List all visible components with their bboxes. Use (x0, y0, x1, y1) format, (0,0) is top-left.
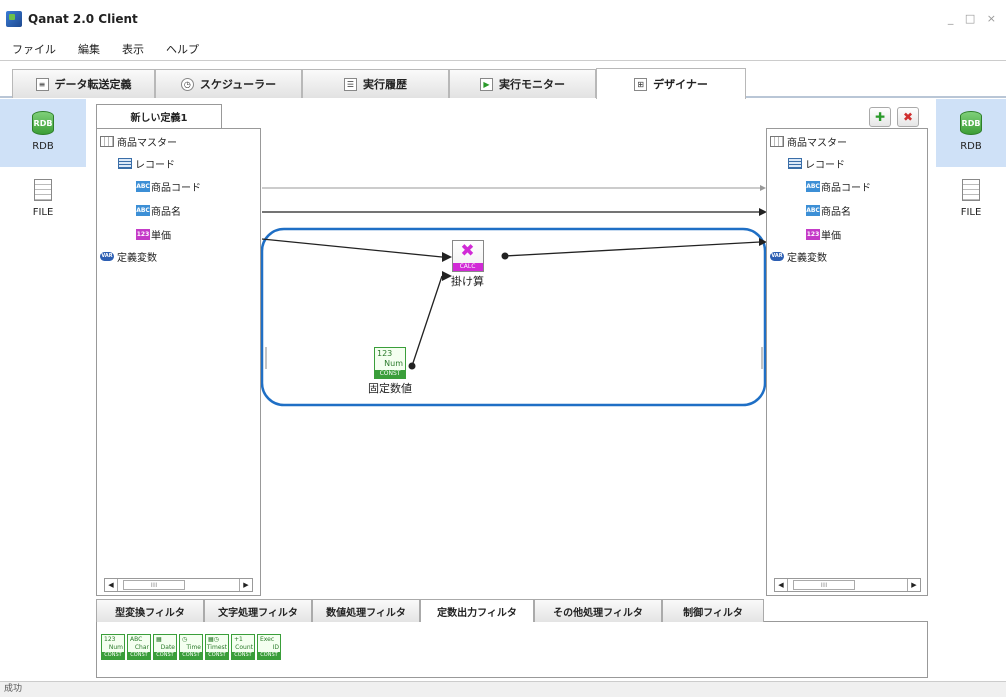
tree-variables-node[interactable]: VAR 定義変数 (100, 247, 157, 265)
abc-type-icon: ABC (806, 204, 820, 216)
abc-type-icon: ABC (806, 180, 820, 192)
timestamp-icon: ▦◷ (208, 636, 219, 643)
clock-icon: ◷ (180, 77, 194, 91)
tab-numeric-filter[interactable]: 数値処理フィルタ (312, 599, 420, 622)
menu-edit[interactable]: 編集 (78, 41, 100, 57)
multiply-icon: ✖ (460, 241, 475, 261)
tab-designer[interactable]: ⊞ デザイナー (596, 68, 746, 99)
tab-control-filter[interactable]: 制御フィルタ (662, 599, 764, 622)
designer-workspace: RDB RDB FILE RDB RDB FILE 新しい定義1 ✚ ✖ 商品マ… (0, 99, 1006, 681)
palette-const-num[interactable]: 123 Num CONST (101, 634, 125, 660)
designer-icon: ⊞ (634, 77, 648, 91)
scroll-thumb[interactable]: IIII (123, 580, 185, 590)
abc-type-icon: ABC (136, 180, 150, 192)
scroll-right-icon[interactable]: ▶ (239, 579, 252, 591)
calc-node-box[interactable]: ✖ CALC (451, 240, 484, 272)
scroll-right-icon[interactable]: ▶ (907, 579, 920, 591)
tree-field-node[interactable]: 123 単価 (806, 225, 841, 243)
target-hscrollbar[interactable]: ◀ IIII ▶ (774, 578, 921, 592)
app-icon (6, 10, 22, 27)
const-node-number[interactable]: 123 Num CONST 固定数値 (368, 347, 412, 396)
play-icon: ▶ (480, 77, 493, 91)
counter-icon: +1 (234, 636, 243, 643)
record-icon (118, 157, 132, 169)
tab-constant-output-filter[interactable]: 定数出力フィルタ (420, 599, 534, 623)
tab-other-filter[interactable]: その他処理フィルタ (534, 599, 662, 622)
palette-const-date[interactable]: ▦ Date CONST (153, 634, 177, 660)
palette-const-timestamp[interactable]: ▦◷ Timest CONST (205, 634, 229, 660)
abc-type-icon: ABC (136, 204, 150, 216)
record-icon (788, 157, 802, 169)
palette-const-count[interactable]: +1 Count CONST (231, 634, 255, 660)
tree-variables-node[interactable]: VAR 定義変数 (770, 247, 827, 265)
scroll-left-icon[interactable]: ◀ (775, 579, 788, 591)
calc-output-port[interactable] (501, 252, 509, 260)
tree-table-node[interactable]: 商品マスター (770, 132, 847, 150)
menu-bar: ファイル 編集 表示 ヘルプ (0, 37, 1006, 61)
filter-palette: 123 Num CONST ABC Char CONST ▦ Date CONST ◷ Tim… (96, 622, 928, 678)
document-icon: ≡ (35, 77, 49, 91)
mapping-line-price-to-calc[interactable] (261, 238, 443, 258)
tree-field-node[interactable]: ABC 商品名 (136, 201, 181, 219)
tab-string-filter[interactable]: 文字処理フィルタ (204, 599, 312, 622)
number-type-icon: 123 (806, 228, 820, 240)
tab-monitor[interactable]: ▶ 実行モニター (449, 69, 596, 98)
scroll-left-icon[interactable]: ◀ (105, 579, 118, 591)
const-node-box[interactable]: 123 Num CONST (374, 347, 406, 379)
const-node-label: 固定数値 (368, 382, 412, 395)
tree-record-node[interactable]: レコード (118, 154, 175, 172)
scroll-thumb[interactable]: IIII (793, 580, 855, 590)
tab-data-transfer[interactable]: ≡ データ転送定義 (12, 69, 155, 98)
source-tree: 商品マスター レコード ABC 商品コード ABC 商品名 123 単価 VAR 定義変… (96, 128, 261, 596)
clock-icon: ◷ (182, 636, 188, 643)
tree-field-node[interactable]: ABC 商品コード (136, 177, 201, 195)
tab-history[interactable]: ☰ 実行履歴 (302, 69, 449, 98)
calc-node-label: 掛け算 (451, 275, 484, 288)
calc-node-multiply[interactable]: ✖ CALC 掛け算 (451, 240, 484, 289)
number-type-icon: 123 (136, 228, 150, 240)
mapping-line-calc-to-price[interactable] (504, 241, 761, 257)
window-controls[interactable]: _ □ × (948, 12, 1000, 25)
tab-scheduler[interactable]: ◷ スケジューラー (155, 69, 302, 98)
status-bar: 成功 (0, 681, 1006, 697)
tree-record-node[interactable]: レコード (788, 154, 845, 172)
tab-type-conversion-filter[interactable]: 型変換フィルタ (96, 599, 204, 622)
calc-tag: CALC (452, 263, 483, 271)
source-hscrollbar[interactable]: ◀ IIII ▶ (104, 578, 253, 592)
menu-view[interactable]: 表示 (122, 41, 144, 57)
variable-icon: VAR (770, 251, 784, 261)
filter-tab-bar: 型変換フィルタ 文字処理フィルタ 数値処理フィルタ 定数出力フィルタ その他処理… (96, 599, 928, 623)
tree-field-node[interactable]: ABC 商品コード (806, 177, 871, 195)
mapping-line-const-to-calc[interactable] (411, 275, 443, 367)
palette-const-char[interactable]: ABC Char CONST (127, 634, 151, 660)
palette-const-time[interactable]: ◷ Time CONST (179, 634, 203, 660)
main-tab-bar: ≡ データ転送定義 ◷ スケジューラー ☰ 実行履歴 ▶ 実行モニター ⊞ デザイナー (0, 62, 1006, 99)
palette-const-exec-id[interactable]: Exec ID CONST (257, 634, 281, 660)
app-title: Qanat 2.0 Client (28, 11, 138, 26)
calendar-icon: ▦ (156, 636, 162, 643)
menu-help[interactable]: ヘルプ (166, 41, 199, 57)
title-bar: Qanat 2.0 Client _ □ × (0, 0, 1006, 37)
tree-field-node[interactable]: 123 単価 (136, 225, 171, 243)
const-tag: CONST (375, 370, 405, 378)
table-icon (100, 135, 114, 147)
tree-table-node[interactable]: 商品マスター (100, 132, 177, 150)
history-icon: ☰ (344, 77, 357, 91)
variable-icon: VAR (100, 251, 114, 261)
menu-file[interactable]: ファイル (12, 41, 56, 57)
table-icon (770, 135, 784, 147)
target-tree: 商品マスター レコード ABC 商品コード ABC 商品名 123 単価 VAR 定義変… (766, 128, 928, 596)
tree-field-node[interactable]: ABC 商品名 (806, 201, 851, 219)
